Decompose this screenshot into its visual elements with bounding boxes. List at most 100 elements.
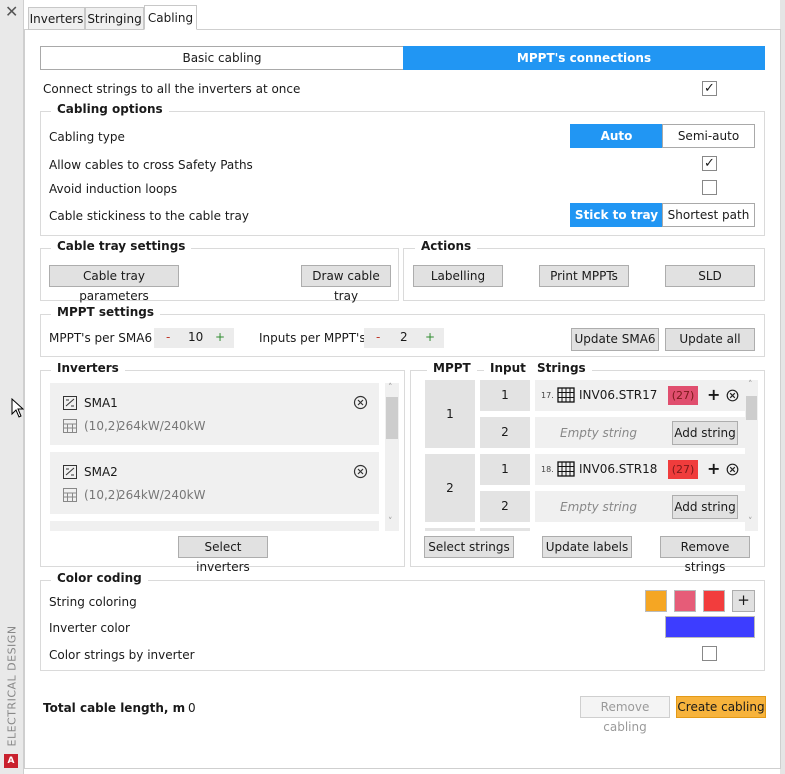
cable-tray-parameters-button[interactable]: Cable tray parameters [49, 265, 179, 303]
scrollbar-thumb[interactable] [746, 396, 757, 420]
shortest-path-button[interactable]: Shortest path [662, 203, 755, 227]
cabling-type-label: Cabling type [49, 130, 125, 144]
add-color-button[interactable]: + [732, 590, 755, 612]
cable-tray-title: Cable tray settings [51, 239, 192, 253]
string-color-swatch[interactable] [645, 590, 667, 612]
add-string-button[interactable]: Add string [672, 495, 738, 519]
actions-title: Actions [415, 239, 478, 253]
remove-circle-icon[interactable] [726, 463, 739, 476]
inputs-per-value[interactable]: 2 [400, 330, 408, 344]
cabling-options-title: Cabling options [51, 102, 169, 116]
string-name: INV06.STR18 [579, 462, 658, 476]
connect-all-label: Connect strings to all the inverters at … [43, 82, 301, 96]
app-logo-icon: A [4, 754, 18, 768]
increment-button[interactable]: + [215, 330, 225, 344]
color-coding-title: Color coding [51, 571, 148, 585]
allow-cross-checkbox[interactable]: ✓ [702, 156, 717, 171]
empty-string-placeholder: Empty string [560, 426, 637, 440]
tab-stringing[interactable]: Stringing [85, 7, 144, 30]
add-string-button[interactable]: Add string [672, 421, 738, 445]
remove-cabling-button[interactable]: Remove cabling [580, 696, 670, 734]
increment-button[interactable]: + [425, 330, 435, 344]
mppt-per-value[interactable]: 10 [188, 330, 203, 344]
inverter-icon [62, 395, 78, 411]
inverter-icon [62, 464, 78, 480]
sld-button[interactable]: SLD [665, 265, 755, 287]
decrement-button[interactable]: - [166, 330, 170, 344]
inputs-per-stepper[interactable]: - 2 + [364, 328, 444, 348]
string-icon [557, 387, 575, 403]
allow-cross-label: Allow cables to cross Safety Paths [49, 158, 253, 172]
mppt-column-header: MPPT [427, 361, 477, 375]
string-index: 17. [541, 391, 554, 400]
add-icon[interactable]: + [707, 385, 720, 404]
remove-circle-icon[interactable] [353, 464, 368, 479]
create-cabling-button[interactable]: Create cabling [676, 696, 766, 718]
tab-cabling[interactable]: Cabling [144, 5, 197, 30]
labelling-button[interactable]: Labelling [413, 265, 503, 287]
remove-circle-icon[interactable] [726, 389, 739, 402]
string-icon [557, 461, 575, 477]
inverters-title: Inverters [51, 361, 125, 375]
input-column-header: Input [484, 361, 532, 375]
input-number-cell: 2 [480, 491, 530, 522]
module-table-icon [62, 418, 78, 434]
print-mppts-button[interactable]: Print MPPTs [539, 265, 629, 287]
cabling-type-semi-auto-button[interactable]: Semi-auto [662, 124, 755, 148]
inverter-card[interactable]: SMA1 (10,2) 264kW/240kW [50, 383, 379, 445]
avoid-loops-checkbox[interactable] [702, 180, 717, 195]
add-icon[interactable]: + [707, 459, 720, 478]
string-color-swatch[interactable] [703, 590, 725, 612]
string-name: INV06.STR17 [579, 388, 658, 402]
string-coloring-label: String coloring [49, 595, 137, 609]
string-row[interactable]: 18. INV06.STR18 (27) + [535, 454, 745, 485]
color-by-inverter-checkbox[interactable] [702, 646, 717, 661]
decrement-button[interactable]: - [376, 330, 380, 344]
close-icon[interactable]: ✕ [5, 2, 18, 21]
avoid-loops-label: Avoid induction loops [49, 182, 178, 196]
basic-cabling-button[interactable]: Basic cabling [40, 46, 404, 70]
stickiness-label: Cable stickiness to the cable tray [49, 209, 249, 223]
update-sma6-button[interactable]: Update SMA6 [571, 328, 659, 351]
panel-title-vertical: ELECTRICAL DESIGN [5, 625, 19, 747]
scrollbar-thumb[interactable] [386, 397, 398, 439]
string-module-count-badge: (27) [668, 386, 698, 405]
empty-string-placeholder: Empty string [560, 500, 637, 514]
tab-inverters[interactable]: Inverters [28, 7, 85, 30]
string-index: 18. [541, 465, 554, 474]
input-number-cell: 1 [480, 380, 530, 411]
input-number-cell-partial [480, 528, 530, 531]
inverter-coords: (10,2) [84, 488, 121, 502]
input-number-cell: 1 [480, 454, 530, 485]
scroll-up-icon[interactable]: ˄ [388, 383, 393, 393]
mppt-number-cell: 2 [425, 454, 475, 522]
string-row[interactable]: 17. INV06.STR17 (27) + [535, 380, 745, 411]
scroll-down-icon[interactable]: ˅ [748, 517, 753, 527]
module-table-icon [62, 487, 78, 503]
mppt-connections-button[interactable]: MPPT's connections [403, 46, 765, 70]
input-number-cell: 2 [480, 417, 530, 448]
scroll-up-icon[interactable]: ˄ [748, 380, 753, 390]
update-all-button[interactable]: Update all [665, 328, 755, 351]
select-strings-button[interactable]: Select strings [424, 536, 514, 558]
select-inverters-button[interactable]: Select inverters [178, 536, 268, 574]
inverter-color-label: Inverter color [49, 621, 130, 635]
inverter-card[interactable]: SMA2 (10,2) 264kW/240kW [50, 452, 379, 514]
inputs-per-label: Inputs per MPPT's [259, 331, 366, 345]
inverter-power: 264kW/240kW [118, 488, 206, 502]
color-by-inverter-label: Color strings by inverter [49, 648, 195, 662]
connect-all-checkbox[interactable]: ✓ [702, 81, 717, 96]
stick-to-tray-button[interactable]: Stick to tray [570, 203, 663, 227]
cabling-type-auto-button[interactable]: Auto [570, 124, 663, 148]
empty-string-row: Empty string Add string [535, 417, 745, 448]
string-module-count-badge: (27) [668, 460, 698, 479]
scroll-down-icon[interactable]: ˅ [388, 517, 393, 527]
mppt-per-stepper[interactable]: - 10 + [154, 328, 234, 348]
remove-circle-icon[interactable] [353, 395, 368, 410]
remove-strings-button[interactable]: Remove strings [660, 536, 750, 574]
total-cable-length-label: Total cable length, m [43, 701, 186, 715]
draw-cable-tray-button[interactable]: Draw cable tray [301, 265, 391, 303]
string-color-swatch[interactable] [674, 590, 696, 612]
inverter-color-swatch[interactable] [665, 616, 755, 638]
update-labels-button[interactable]: Update labels [542, 536, 632, 558]
